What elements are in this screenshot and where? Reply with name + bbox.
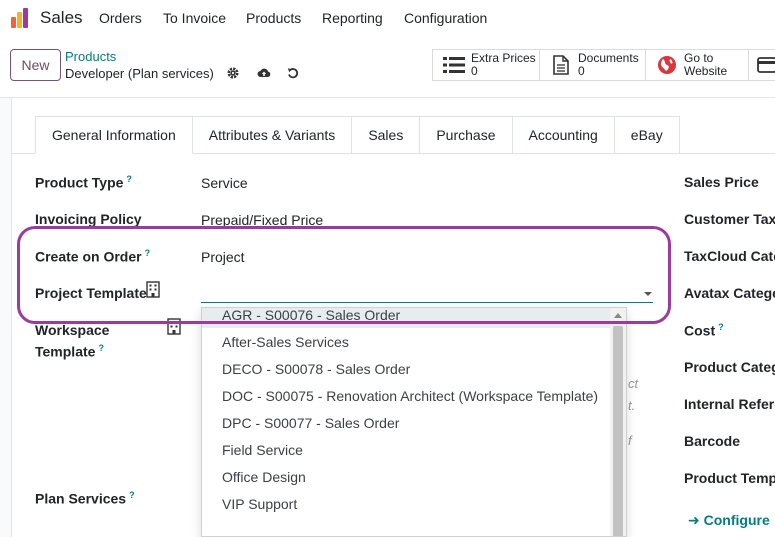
cloud-upload-icon[interactable] (257, 66, 271, 80)
caret-down-icon[interactable] (644, 292, 652, 296)
credit-card-icon (757, 57, 775, 73)
invoicing-policy-value[interactable]: Prepaid/Fixed Price (201, 212, 323, 228)
help-icon: ? (144, 248, 151, 258)
documents-label: Documents (578, 51, 639, 65)
help-icon: ? (718, 322, 724, 332)
globe-icon (658, 56, 676, 74)
gear-icon[interactable] (226, 66, 240, 80)
extra-prices-label: Extra Prices (471, 51, 536, 65)
dropdown-option[interactable]: Office Design (202, 463, 612, 490)
dropdown-option[interactable]: VIP Support (202, 490, 612, 517)
product-type-value[interactable]: Service (201, 175, 248, 191)
help-icon: ? (98, 343, 104, 353)
go-to-website-button[interactable]: Go to Website (645, 49, 749, 81)
menu-reporting[interactable]: Reporting (322, 10, 383, 26)
placeholder-text-fragment: f (628, 433, 632, 448)
create-on-order-label: Create on Order? (35, 248, 151, 265)
document-icon (553, 55, 569, 75)
documents-button[interactable]: Documents 0 (539, 49, 646, 81)
scrollbar-thumb[interactable] (613, 326, 623, 536)
menu-orders[interactable]: Orders (99, 10, 142, 26)
internal-reference-label: Internal Refere (684, 396, 775, 412)
control-panel: New Products Developer (Plan services) E… (0, 36, 775, 98)
avatax-category-label: Avatax Catego (684, 285, 775, 301)
placeholder-text-fragment: t. (628, 398, 636, 413)
create-on-order-value[interactable]: Project (201, 249, 245, 265)
dropdown-scrollbar[interactable] (610, 308, 626, 536)
placeholder-text-fragment: ct (628, 376, 639, 391)
tab-attributes-variants[interactable]: Attributes & Variants (192, 116, 353, 154)
tab-ebay[interactable]: eBay (614, 116, 680, 154)
scroll-up-icon[interactable] (614, 313, 622, 318)
menu-configuration[interactable]: Configuration (404, 10, 487, 26)
workspace-template-label-1: Workspace (35, 322, 110, 338)
configure-link[interactable]: ➜ Configure (688, 512, 770, 529)
list-icon (443, 57, 465, 73)
help-icon: ? (126, 174, 132, 184)
workspace-template-label-2: Template? (35, 343, 104, 360)
breadcrumb-current: Developer (Plan services) (65, 66, 214, 81)
new-button[interactable]: New (10, 49, 61, 81)
taxcloud-category-label: TaxCloud Cate (684, 248, 775, 264)
sales-app-logo[interactable] (9, 7, 33, 29)
dropdown-option[interactable]: Field Service (202, 436, 612, 463)
building-icon (167, 318, 181, 335)
top-navbar: Sales Orders To Invoice Products Reporti… (0, 0, 775, 36)
dropdown-option[interactable]: DPC - S00077 - Sales Order (202, 409, 612, 436)
menu-products[interactable]: Products (246, 10, 301, 26)
barcode-label: Barcode (684, 433, 741, 449)
undo-icon[interactable] (286, 66, 300, 80)
documents-count: 0 (578, 64, 585, 78)
invoicing-policy-label: Invoicing Policy (35, 211, 142, 227)
help-icon: ? (129, 490, 135, 500)
breadcrumb-products[interactable]: Products (65, 49, 116, 64)
dropdown-option[interactable]: DOC - S00075 - Renovation Architect (Wor… (202, 382, 612, 409)
project-template-dropdown[interactable]: AGR - S00076 - Sales Order After-Sales S… (201, 307, 627, 537)
dropdown-option[interactable]: After-Sales Services (202, 328, 612, 355)
tab-general-information[interactable]: General Information (35, 116, 193, 154)
website-label: Website (684, 64, 728, 78)
product-template-label: Product Templ (684, 470, 775, 486)
notebook-tabs: General Information Attributes & Variant… (35, 116, 680, 154)
cost-label: Cost? (684, 322, 724, 339)
menu-to-invoice[interactable]: To Invoice (163, 10, 226, 26)
tab-accounting[interactable]: Accounting (512, 116, 615, 154)
customer-taxes-label: Customer Taxe (684, 211, 775, 227)
arrow-right-icon: ➜ (688, 512, 700, 528)
more-smart-button[interactable] (748, 49, 775, 81)
plan-services-label: Plan Services? (35, 490, 135, 507)
tab-sales[interactable]: Sales (352, 116, 421, 154)
dropdown-option[interactable]: AGR - S00076 - Sales Order (202, 308, 612, 328)
product-category-label: Product Categ (684, 359, 775, 375)
product-type-label: Product Type? (35, 174, 132, 191)
app-name[interactable]: Sales (40, 8, 83, 28)
building-icon (146, 281, 160, 298)
project-template-underline (201, 302, 653, 303)
tab-purchase[interactable]: Purchase (420, 116, 513, 154)
project-template-label: Project Template (35, 285, 147, 301)
extra-prices-button[interactable]: Extra Prices 0 (432, 49, 540, 81)
extra-prices-count: 0 (471, 64, 478, 78)
dropdown-option[interactable]: DECO - S00078 - Sales Order (202, 355, 612, 382)
sales-price-label: Sales Price (684, 174, 759, 190)
